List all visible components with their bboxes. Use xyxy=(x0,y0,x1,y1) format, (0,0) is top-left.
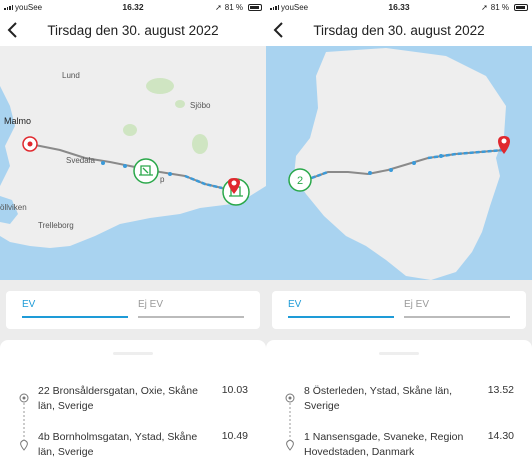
header-bar: Tirsdag den 30. august 2022 xyxy=(266,14,532,46)
status-time: 16.33 xyxy=(388,2,410,12)
page-title: Tirsdag den 30. august 2022 xyxy=(313,22,485,38)
status-bar: youSee 16.32 ➚ 81 % xyxy=(0,0,266,14)
trip-start-address: 22 Bronsåldersgatan, Oxie, Skåne län, Sv… xyxy=(38,385,198,412)
app-root: youSee 16.32 ➚ 81 % Tirsdag den 30. augu… xyxy=(0,0,532,473)
route-line-icon xyxy=(19,393,29,451)
route-map[interactable]: Lund Sjöbo Malmo Svedala öllviken Trelle… xyxy=(0,46,266,280)
tab-ev-underline xyxy=(288,316,394,318)
map-label-lund: Lund xyxy=(62,71,80,80)
status-bar: youSee 16.33 ➚ 81 % xyxy=(266,0,532,14)
map-label-sjobo: Sjöbo xyxy=(190,101,211,110)
trip-start-address: 8 Österleden, Ystad, Skåne län, Sverige xyxy=(304,385,453,412)
ev-charging-icon[interactable] xyxy=(133,158,159,184)
trip-start-time: 10.03 xyxy=(221,384,248,396)
header-bar: Tirsdag den 30. august 2022 xyxy=(0,14,266,46)
trip-end-address: 1 Nansensgade, Svaneke, Region Hovedstad… xyxy=(304,431,464,458)
trip-end-time: 14.30 xyxy=(487,430,514,442)
trip-screen-left: youSee 16.32 ➚ 81 % Tirsdag den 30. augu… xyxy=(0,0,266,473)
battery-icon xyxy=(514,3,528,11)
status-time: 16.32 xyxy=(122,2,144,12)
trip-details-card: 8 Österleden, Ystad, Skåne län, Sverige … xyxy=(266,340,532,473)
map-label-svedala: Svedala xyxy=(66,156,95,165)
drag-handle[interactable] xyxy=(379,352,419,355)
trip-end-time: 10.49 xyxy=(221,430,248,442)
map-label-partial: p xyxy=(160,175,165,184)
battery-icon xyxy=(248,3,262,11)
trip-start-time: 13.52 xyxy=(487,384,514,396)
route-map[interactable]: 2 xyxy=(266,46,532,280)
trip-screen-right: youSee 16.33 ➚ 81 % Tirsdag den 30. augu… xyxy=(266,0,532,473)
drag-handle[interactable] xyxy=(113,352,153,355)
map-label-trelleborg: Trelleborg xyxy=(38,221,74,230)
tab-ej-ev[interactable]: Ej EV xyxy=(138,299,163,310)
route-line-icon xyxy=(285,393,295,451)
cluster-count: 2 xyxy=(297,175,303,187)
tab-ej-ev-underline xyxy=(138,316,244,318)
trip-end-address: 4b Bornholmsgatan, Ystad, Skåne län, Sve… xyxy=(38,431,198,458)
map-label-malmo: Malmo xyxy=(4,116,31,126)
trip-details-card: 22 Bronsåldersgatan, Oxie, Skåne län, Sv… xyxy=(0,340,266,473)
tab-ev[interactable]: EV xyxy=(22,299,35,310)
ev-filter-tabs: EV Ej EV xyxy=(272,291,526,329)
ev-filter-tabs: EV Ej EV xyxy=(6,291,260,329)
tab-ej-ev[interactable]: Ej EV xyxy=(404,299,429,310)
page-title: Tirsdag den 30. august 2022 xyxy=(47,22,219,38)
tab-ev[interactable]: EV xyxy=(288,299,301,310)
map-label-ollviken: öllviken xyxy=(0,203,27,212)
tab-ev-underline xyxy=(22,316,128,318)
tab-ej-ev-underline xyxy=(404,316,510,318)
cluster-marker[interactable]: 2 xyxy=(288,168,312,192)
start-marker-icon[interactable] xyxy=(22,136,38,152)
